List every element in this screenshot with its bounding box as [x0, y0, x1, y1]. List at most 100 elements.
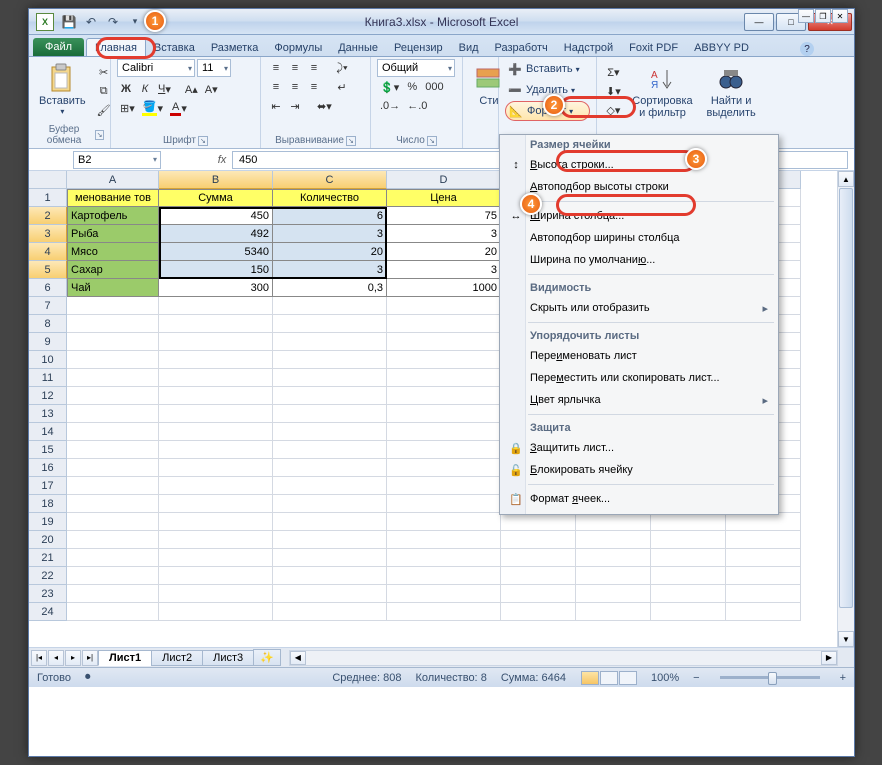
- zoom-slider[interactable]: [720, 676, 820, 679]
- sheet-nav-first[interactable]: |◂: [31, 650, 47, 666]
- select-all-corner[interactable]: [29, 171, 67, 189]
- doc-close-button[interactable]: ✕: [832, 9, 848, 23]
- sheet-nav-prev[interactable]: ◂: [48, 650, 64, 666]
- cell-B18[interactable]: [159, 495, 273, 513]
- column-header-D[interactable]: D: [387, 171, 501, 189]
- row-header-15[interactable]: 15: [29, 441, 67, 459]
- decrease-decimal-button[interactable]: ←.0: [404, 97, 430, 115]
- row-header-8[interactable]: 8: [29, 315, 67, 333]
- cell-H22[interactable]: [726, 567, 801, 585]
- cell-E19[interactable]: [501, 513, 576, 531]
- cell-H24[interactable]: [726, 603, 801, 621]
- row-header-2[interactable]: 2: [29, 207, 67, 225]
- cell-D5[interactable]: 3: [387, 261, 501, 279]
- vertical-scrollbar[interactable]: ▲ ▼: [837, 171, 854, 647]
- column-header-C[interactable]: C: [273, 171, 387, 189]
- cell-D12[interactable]: [387, 387, 501, 405]
- font-size-combo[interactable]: 11: [197, 59, 231, 77]
- fill-button[interactable]: ⬇▾: [603, 82, 624, 100]
- menu-col-width[interactable]: ↔Ширина столбца...: [500, 205, 778, 227]
- cell-A2[interactable]: Картофель: [67, 207, 159, 225]
- cell-E21[interactable]: [501, 549, 576, 567]
- macro-record-icon[interactable]: ⏺: [85, 671, 91, 684]
- row-header-10[interactable]: 10: [29, 351, 67, 369]
- cell-A7[interactable]: [67, 297, 159, 315]
- align-left-button[interactable]: ≡: [267, 78, 285, 96]
- tab-addins[interactable]: Надстрой: [556, 39, 621, 56]
- row-header-4[interactable]: 4: [29, 243, 67, 261]
- cell-C9[interactable]: [273, 333, 387, 351]
- increase-indent-button[interactable]: ⇥: [286, 97, 304, 115]
- cell-C2[interactable]: 6: [273, 207, 387, 225]
- cell-D8[interactable]: [387, 315, 501, 333]
- cell-B5[interactable]: 150: [159, 261, 273, 279]
- cell-F20[interactable]: [576, 531, 651, 549]
- cell-G23[interactable]: [651, 585, 726, 603]
- name-box[interactable]: B2: [73, 151, 161, 169]
- cell-B7[interactable]: [159, 297, 273, 315]
- row-header-7[interactable]: 7: [29, 297, 67, 315]
- font-color-button[interactable]: A▾: [167, 99, 190, 117]
- fill-color-button[interactable]: 🪣▾: [139, 99, 166, 117]
- cell-E23[interactable]: [501, 585, 576, 603]
- tab-layout[interactable]: Разметка: [203, 39, 267, 56]
- cell-C13[interactable]: [273, 405, 387, 423]
- cell-A14[interactable]: [67, 423, 159, 441]
- cell-B16[interactable]: [159, 459, 273, 477]
- cell-A4[interactable]: Мясо: [67, 243, 159, 261]
- cell-C11[interactable]: [273, 369, 387, 387]
- clipboard-launcher[interactable]: ↘: [95, 130, 104, 140]
- row-header-1[interactable]: 1: [29, 189, 67, 207]
- cell-E24[interactable]: [501, 603, 576, 621]
- align-middle-button[interactable]: ≡: [286, 59, 304, 77]
- cell-G19[interactable]: [651, 513, 726, 531]
- cell-D7[interactable]: [387, 297, 501, 315]
- tab-data[interactable]: Данные: [330, 39, 386, 56]
- undo-icon[interactable]: ↶: [81, 12, 101, 32]
- cell-D9[interactable]: [387, 333, 501, 351]
- cell-D24[interactable]: [387, 603, 501, 621]
- cell-C17[interactable]: [273, 477, 387, 495]
- cell-C22[interactable]: [273, 567, 387, 585]
- cell-B10[interactable]: [159, 351, 273, 369]
- cell-A1[interactable]: менование тов: [67, 189, 159, 207]
- align-right-button[interactable]: ≡: [305, 78, 323, 96]
- cell-D23[interactable]: [387, 585, 501, 603]
- row-header-19[interactable]: 19: [29, 513, 67, 531]
- row-header-22[interactable]: 22: [29, 567, 67, 585]
- sheet-nav-last[interactable]: ▸|: [82, 650, 98, 666]
- cell-D16[interactable]: [387, 459, 501, 477]
- cell-C12[interactable]: [273, 387, 387, 405]
- menu-hide-unhide[interactable]: Скрыть или отобразить: [500, 297, 778, 319]
- cell-B6[interactable]: 300: [159, 279, 273, 297]
- view-pagebreak-button[interactable]: [619, 671, 637, 685]
- cell-D18[interactable]: [387, 495, 501, 513]
- tab-formulas[interactable]: Формулы: [266, 39, 330, 56]
- row-header-9[interactable]: 9: [29, 333, 67, 351]
- row-header-5[interactable]: 5: [29, 261, 67, 279]
- cell-B19[interactable]: [159, 513, 273, 531]
- increase-font-button[interactable]: A▴: [182, 80, 201, 98]
- font-launcher[interactable]: ↘: [198, 136, 208, 146]
- row-header-12[interactable]: 12: [29, 387, 67, 405]
- row-header-13[interactable]: 13: [29, 405, 67, 423]
- cell-C6[interactable]: 0,3: [273, 279, 387, 297]
- cell-D20[interactable]: [387, 531, 501, 549]
- minimize-button[interactable]: —: [744, 13, 774, 31]
- cell-D14[interactable]: [387, 423, 501, 441]
- cell-B23[interactable]: [159, 585, 273, 603]
- cell-C15[interactable]: [273, 441, 387, 459]
- menu-protect-sheet[interactable]: 🔒Защитить лист...: [500, 437, 778, 459]
- merge-button[interactable]: ⬌▾: [314, 97, 335, 115]
- zoom-out-button[interactable]: −: [693, 672, 699, 684]
- cell-A15[interactable]: [67, 441, 159, 459]
- cell-C10[interactable]: [273, 351, 387, 369]
- number-launcher[interactable]: ↘: [427, 136, 437, 146]
- cell-B3[interactable]: 492: [159, 225, 273, 243]
- view-layout-button[interactable]: [600, 671, 618, 685]
- increase-decimal-button[interactable]: .0→: [377, 97, 403, 115]
- autosum-button[interactable]: Σ▾: [603, 63, 624, 81]
- cell-C20[interactable]: [273, 531, 387, 549]
- font-family-combo[interactable]: Calibri: [117, 59, 195, 77]
- row-header-3[interactable]: 3: [29, 225, 67, 243]
